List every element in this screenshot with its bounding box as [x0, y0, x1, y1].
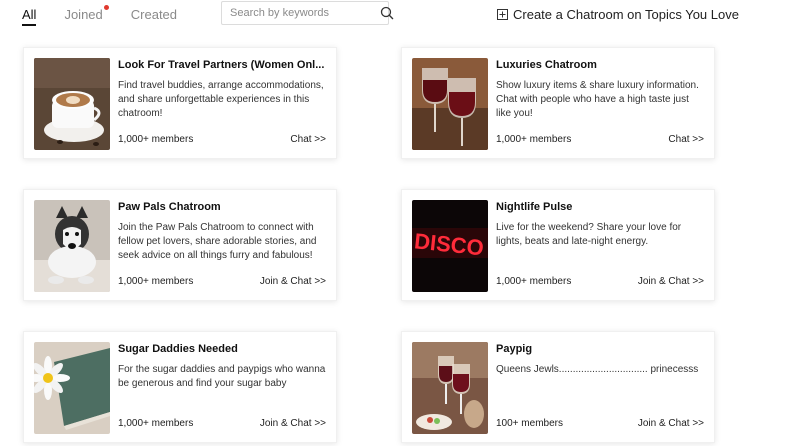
tab-joined[interactable]: Joined [64, 5, 109, 22]
search-box [221, 1, 394, 25]
chatroom-title: Paw Pals Chatroom [118, 201, 221, 213]
chatroom-description: Live for the weekend? Share your love fo… [496, 222, 682, 247]
chatroom-info: Nightlife Pulse Live for the weekend? Sh… [496, 201, 704, 290]
chatroom-description: For the sugar daddies and paypigs who wa… [118, 364, 326, 389]
chatroom-info: Sugar Daddies Needed For the sugar daddi… [118, 343, 326, 432]
chatroom-title: Paypig [496, 343, 533, 355]
member-count: 100+ members [496, 418, 563, 429]
chat-link[interactable]: Chat >> [290, 134, 326, 145]
chatroom-info: Look For Travel Partners (Women Onl... F… [118, 59, 326, 148]
disco-neon-sign-image: DISCO [412, 200, 488, 292]
member-count: 1,000+ members [118, 418, 194, 429]
white-flower-image [34, 342, 110, 434]
wine-glasses-image [412, 58, 488, 150]
join-chat-link[interactable]: Join & Chat >> [638, 276, 704, 287]
chatroom-card-nightlife-pulse[interactable]: DISCO Nightlife Pulse Live for the weeke… [401, 189, 715, 301]
chatroom-card-paypig[interactable]: Paypig Queens Jewls.....................… [401, 331, 715, 443]
coffee-cup-image [34, 58, 110, 150]
chatroom-card-luxuries[interactable]: Luxuries Chatroom Show luxury items & sh… [401, 47, 715, 159]
notification-dot [103, 5, 109, 10]
chatroom-description: Queens Jewls............................… [496, 364, 699, 375]
chatroom-title: Luxuries Chatroom [496, 59, 597, 71]
create-chatroom-button[interactable]: Create a Chatroom on Topics You Love [497, 7, 739, 22]
tab-all[interactable]: All [22, 7, 37, 26]
chatroom-description: Show luxury items & share luxury informa… [496, 80, 699, 119]
member-count: 1,000+ members [496, 134, 572, 145]
chatroom-info: Paypig Queens Jewls.....................… [496, 343, 704, 432]
tab-bar: All Joined Created [22, 5, 205, 26]
chatroom-title: Look For Travel Partners (Women Onl... [118, 59, 325, 71]
chatroom-description: Join the Paw Pals Chatroom to connect wi… [118, 222, 317, 261]
member-count: 1,000+ members [118, 134, 194, 145]
search-input[interactable] [222, 3, 380, 23]
chatroom-description: Find travel buddies, arrange accommodati… [118, 80, 324, 119]
join-chat-link[interactable]: Join & Chat >> [260, 418, 326, 429]
tab-created-label: Created [130, 7, 178, 22]
create-chatroom-label: Create a Chatroom on Topics You Love [513, 7, 739, 22]
chatroom-title: Nightlife Pulse [496, 201, 573, 213]
chatroom-card-paw-pals[interactable]: Paw Pals Chatroom Join the Paw Pals Chat… [23, 189, 337, 301]
husky-dog-image [34, 200, 110, 292]
tab-created[interactable]: Created [131, 7, 177, 22]
member-count: 1,000+ members [118, 276, 194, 287]
join-chat-link[interactable]: Join & Chat >> [638, 418, 704, 429]
join-chat-link[interactable]: Join & Chat >> [260, 276, 326, 287]
tab-all-label: All [22, 7, 37, 22]
chatroom-title: Sugar Daddies Needed [118, 343, 238, 355]
member-count: 1,000+ members [496, 276, 572, 287]
tab-joined-label: Joined [64, 7, 103, 22]
search-icon[interactable] [380, 3, 394, 23]
champagne-toast-image [412, 342, 488, 434]
chatroom-info: Paw Pals Chatroom Join the Paw Pals Chat… [118, 201, 326, 290]
plus-square-icon [497, 9, 508, 20]
chat-link[interactable]: Chat >> [668, 134, 704, 145]
chatroom-card-travel-partners[interactable]: Look For Travel Partners (Women Onl... F… [23, 47, 337, 159]
chatroom-card-sugar-daddies[interactable]: Sugar Daddies Needed For the sugar daddi… [23, 331, 337, 443]
chatroom-info: Luxuries Chatroom Show luxury items & sh… [496, 59, 704, 148]
